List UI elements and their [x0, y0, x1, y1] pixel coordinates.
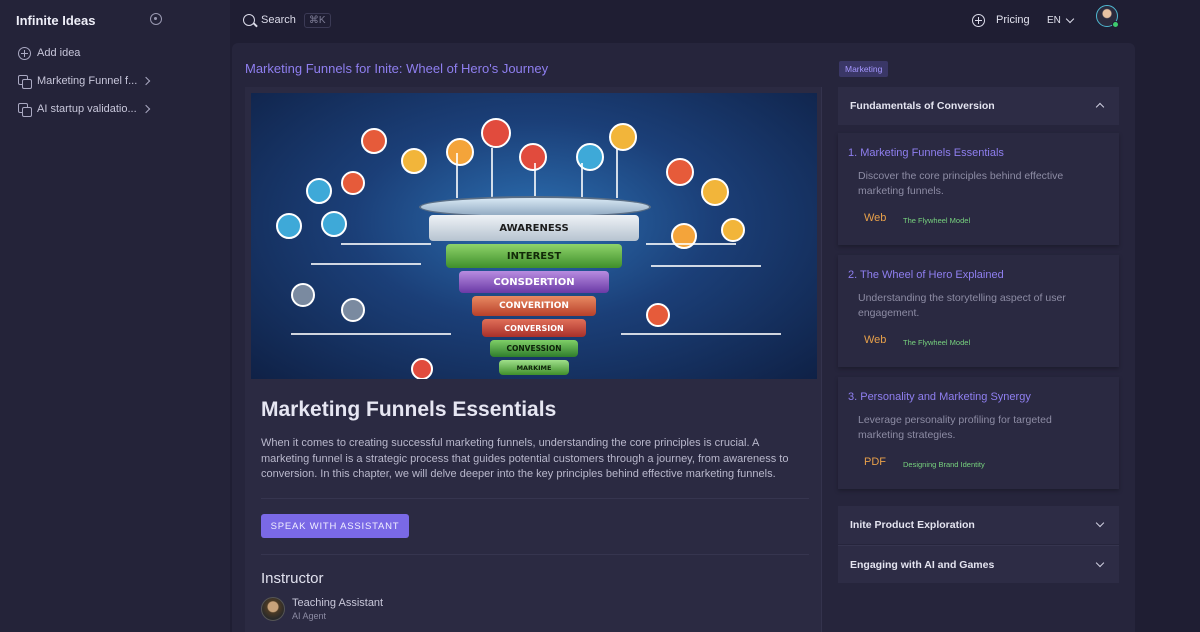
lesson-type-badge: PDF — [864, 456, 886, 468]
search-icon — [243, 14, 255, 26]
content-body: When it comes to creating successful mar… — [261, 437, 789, 480]
speak-with-assistant-button[interactable]: SPEAK WITH ASSISTANT — [261, 514, 409, 538]
funnel-layer-7: MARKIME — [499, 360, 569, 375]
lesson-description: Understanding the storytelling aspect of… — [858, 292, 1066, 319]
lesson-reference: Designing Brand Identity — [903, 460, 985, 469]
language-label: EN — [1047, 14, 1061, 26]
app-brand[interactable]: Infinite Ideas — [16, 13, 95, 28]
section-inite-product-exploration[interactable]: Inite Product Exploration — [838, 506, 1119, 544]
plus-circle-icon — [18, 46, 31, 60]
sidebar-item-add-idea[interactable]: Add idea — [18, 44, 218, 62]
lesson-reference: The Flywheel Model — [903, 338, 971, 347]
lesson-type-badge: Web — [864, 334, 887, 346]
divider — [261, 498, 809, 499]
section-title: Inite Product Exploration — [850, 519, 975, 531]
funnel-layer-4: CONVERITION — [472, 296, 596, 316]
online-status-dot — [1112, 21, 1119, 28]
section-title: Fundamentals of Conversion — [850, 100, 995, 112]
pricing-link[interactable]: Pricing — [972, 11, 1030, 29]
instructor-heading: Instructor — [261, 570, 324, 587]
lesson-card-2[interactable]: 2. The Wheel of Hero Explained Understan… — [838, 255, 1119, 367]
chevron-right-icon[interactable] — [142, 76, 151, 86]
lesson-description: Discover the core principles behind effe… — [858, 170, 1064, 197]
divider — [261, 554, 809, 555]
lesson-card-3[interactable]: 3. Personality and Marketing Synergy Lev… — [838, 377, 1119, 489]
sidebar-item-ai-startup[interactable]: AI startup validatio... — [18, 100, 218, 118]
search-button[interactable]: Search ⌘K — [243, 11, 331, 29]
search-shortcut: ⌘K — [303, 12, 331, 28]
lesson-title[interactable]: 1. Marketing Funnels Essentials — [848, 147, 1004, 159]
chevron-down-icon — [1065, 14, 1075, 23]
chevron-right-icon[interactable] — [141, 104, 150, 114]
instructor-avatar — [261, 597, 285, 621]
section-engaging-with-ai-and-games[interactable]: Engaging with AI and Games — [838, 545, 1119, 583]
pricing-label: Pricing — [996, 14, 1030, 26]
instructor-role: AI Agent — [292, 611, 327, 621]
funnel-layer-2: INTEREST — [446, 244, 622, 268]
chevron-down-icon — [1095, 558, 1105, 568]
chevron-up-icon — [1095, 102, 1105, 112]
user-avatar[interactable] — [1096, 5, 1119, 28]
chevron-down-icon — [1095, 518, 1105, 528]
search-label: Search — [261, 14, 296, 26]
content-title: Marketing Funnels Essentials — [261, 398, 557, 421]
lesson-description: Leverage personality profiling for targe… — [858, 414, 1052, 441]
idea-title[interactable]: Marketing Funnels for Inite: Wheel of He… — [245, 61, 548, 76]
hero-image-marketing-funnel: AWARENESS INTEREST CONSDERTION CONVERITI… — [251, 93, 817, 379]
sidebar-item-label: Add idea — [37, 47, 81, 59]
language-selector[interactable]: EN — [1047, 11, 1075, 29]
lesson-reference: The Flywheel Model — [903, 216, 971, 225]
sidebar-toggle-icon[interactable] — [150, 13, 162, 25]
category-tag: Marketing — [839, 61, 889, 77]
funnel-layer-1: AWARENESS — [429, 215, 639, 241]
instructor-name: Teaching Assistant — [292, 597, 384, 609]
lesson-type-badge: Web — [864, 212, 887, 224]
copy-icon — [18, 74, 32, 89]
sidebar-item-label: Marketing Funnel f... — [37, 75, 138, 87]
brand-row: Infinite Ideas — [16, 12, 216, 28]
lesson-title[interactable]: 3. Personality and Marketing Synergy — [848, 391, 1031, 403]
sidebar: Infinite Ideas Add idea Marketing Funnel… — [0, 0, 230, 632]
section-title: Engaging with AI and Games — [850, 558, 995, 571]
sidebar-item-label: AI startup validatio... — [37, 103, 137, 115]
funnel-layer-3: CONSDERTION — [459, 271, 609, 293]
funnel-layer-5: CONVERSION — [482, 319, 586, 337]
sidebar-item-marketing-funnel[interactable]: Marketing Funnel f... — [18, 72, 218, 90]
funnel-layer-6: CONVESSION — [490, 340, 578, 357]
lesson-title[interactable]: 2. The Wheel of Hero Explained — [848, 269, 1004, 281]
plus-circle-icon — [972, 13, 985, 27]
copy-icon — [18, 102, 32, 117]
lesson-card-1[interactable]: 1. Marketing Funnels Essentials Discover… — [838, 133, 1119, 245]
section-fundamentals-of-conversion[interactable]: Fundamentals of Conversion — [838, 87, 1119, 125]
